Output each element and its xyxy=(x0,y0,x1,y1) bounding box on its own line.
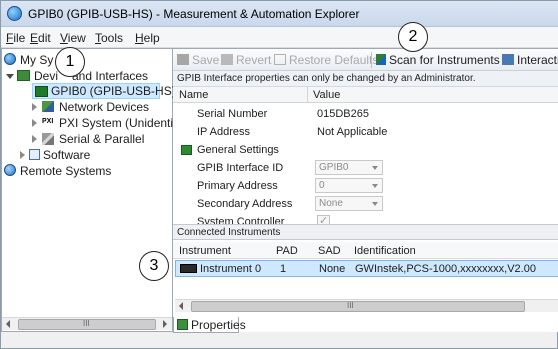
menu-help[interactable]: Help xyxy=(135,31,160,45)
callout-1: 1 xyxy=(55,47,85,77)
dropdown-arrow-icon xyxy=(372,184,378,188)
main-window: GPIB0 (GPIB-USB-HS) - Measurement & Auto… xyxy=(0,0,558,349)
tree-item-software[interactable]: Software xyxy=(20,147,170,163)
identification-column-header[interactable]: Identification xyxy=(354,245,416,257)
pad-column-header[interactable]: PAD xyxy=(276,245,298,257)
expanded-arrow-icon[interactable] xyxy=(6,74,14,79)
table-row[interactable]: Instrument 0 1 None GWInstek,PCS-1000,xx… xyxy=(175,260,558,277)
primary-address-select[interactable]: 0 xyxy=(315,178,383,193)
general-settings-section[interactable]: General Settings xyxy=(173,141,558,159)
dropdown-arrow-icon xyxy=(372,202,378,206)
serial-port-icon xyxy=(42,133,54,145)
tree-item-gpib0[interactable]: GPIB0 (GPIB-USB-HS) xyxy=(32,83,176,99)
callout-2: 2 xyxy=(398,22,428,52)
devices-icon xyxy=(17,70,30,81)
revert-icon xyxy=(221,54,233,65)
software-icon xyxy=(29,149,40,160)
prop-ip-address: IP Address Not Applicable xyxy=(197,126,388,138)
tree-item-my-system[interactable]: My Sy xyxy=(4,52,169,68)
permission-notice: GPIB Interface properties can only be ch… xyxy=(173,71,558,87)
scroll-left-icon[interactable] xyxy=(179,302,183,310)
save-button[interactable]: Save xyxy=(177,53,219,67)
column-divider xyxy=(307,87,308,102)
menu-view[interactable]: View xyxy=(60,31,86,45)
menu-bar: File Edit View Tools Help xyxy=(1,27,558,48)
tree-item-pxi-system[interactable]: PXI PXI System (Unidentified xyxy=(32,115,192,131)
prop-serial-number: Serial Number 015DB265 xyxy=(197,108,369,120)
network-icon xyxy=(42,101,54,112)
scroll-right-icon[interactable] xyxy=(163,320,167,328)
remote-globe-icon xyxy=(4,164,16,176)
toolbar-separator xyxy=(371,52,372,68)
value-column-header[interactable]: Value xyxy=(313,89,340,101)
menu-tools[interactable]: Tools xyxy=(95,31,123,45)
interactive-control-icon xyxy=(502,54,514,65)
collapsed-arrow-icon[interactable] xyxy=(32,103,37,111)
sad-column-header[interactable]: SAD xyxy=(318,245,341,257)
revert-button[interactable]: Revert xyxy=(221,53,271,67)
properties-tab[interactable]: Properties xyxy=(173,317,246,333)
gpib-board-icon xyxy=(35,86,48,97)
prop-gpib-interface-id: GPIB Interface ID GPIB0 xyxy=(173,159,558,177)
collapsed-arrow-icon[interactable] xyxy=(20,151,25,159)
save-icon xyxy=(177,54,189,65)
scan-icon xyxy=(376,54,386,65)
scroll-left-icon[interactable] xyxy=(6,320,10,328)
prop-secondary-address: Secondary Address None xyxy=(173,195,558,213)
computer-globe-icon xyxy=(4,53,16,65)
interactive-control-button[interactable]: Interactive C xyxy=(502,53,558,67)
callout-3: 3 xyxy=(139,251,169,281)
title-bar: GPIB0 (GPIB-USB-HS) - Measurement & Auto… xyxy=(1,1,558,27)
properties-icon xyxy=(177,319,188,330)
instruments-table-header: Instrument PAD SAD Identification xyxy=(173,242,558,259)
menu-edit[interactable]: Edit xyxy=(30,31,51,45)
restore-defaults-button[interactable]: Restore Defaults xyxy=(274,53,378,67)
dropdown-arrow-icon xyxy=(372,166,378,170)
connected-instruments-header: Connected Instruments xyxy=(173,224,558,240)
collapsed-arrow-icon[interactable] xyxy=(32,119,37,127)
instrument-column-header[interactable]: Instrument xyxy=(179,245,231,257)
properties-header: Name Value xyxy=(173,87,558,103)
scroll-thumb[interactable] xyxy=(191,301,525,312)
configuration-tree: My Sy Devi and Interfaces GPIB0 (GPIB-US… xyxy=(1,48,192,332)
instrument-icon xyxy=(180,264,197,273)
tree-horizontal-scrollbar[interactable]: III xyxy=(2,317,172,330)
gpib-interface-id-select[interactable]: GPIB0 xyxy=(315,160,383,175)
prop-primary-address: Primary Address 0 xyxy=(173,177,558,195)
tree-item-serial-parallel[interactable]: Serial & Parallel xyxy=(32,131,170,147)
restore-defaults-icon xyxy=(274,54,286,65)
tree-item-network-devices[interactable]: Network Devices xyxy=(32,99,170,115)
tree-item-devices-interfaces[interactable]: Devi and Interfaces xyxy=(6,68,169,84)
name-column-header[interactable]: Name xyxy=(179,89,208,101)
pxi-icon: PXI xyxy=(42,118,54,125)
secondary-address-select[interactable]: None xyxy=(315,196,383,211)
collapsed-arrow-icon[interactable] xyxy=(32,135,37,143)
scan-for-instruments-button[interactable]: Scan for Instruments xyxy=(376,53,500,67)
max-app-icon xyxy=(7,6,22,21)
instruments-horizontal-scrollbar[interactable]: III xyxy=(175,299,558,312)
settings-group-icon xyxy=(181,145,192,155)
window-title: GPIB0 (GPIB-USB-HS) - Measurement & Auto… xyxy=(28,7,360,21)
menu-file[interactable]: File xyxy=(6,31,25,45)
properties-pane: Save Revert Restore Defaults Scan for In… xyxy=(173,48,558,332)
tree-item-remote-systems[interactable]: Remote Systems xyxy=(4,163,169,179)
toolbar: Save Revert Restore Defaults Scan for In… xyxy=(173,49,558,71)
